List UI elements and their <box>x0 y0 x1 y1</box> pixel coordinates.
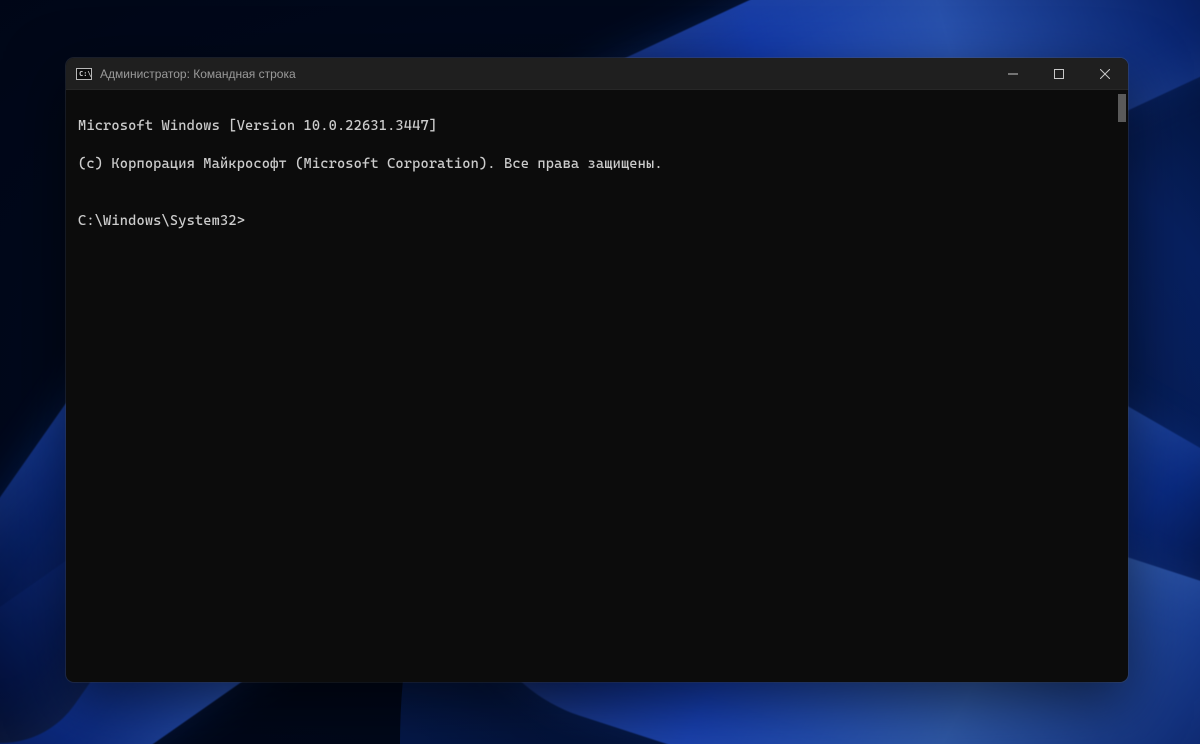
window-titlebar[interactable]: C:\ Администратор: Командная строка <box>66 58 1128 90</box>
terminal-line-copyright: (c) Корпорация Майкрософт (Microsoft Cor… <box>78 155 1116 174</box>
terminal-output[interactable]: Microsoft Windows [Version 10.0.22631.34… <box>66 90 1128 682</box>
svg-text:C:\: C:\ <box>79 70 92 78</box>
close-button[interactable] <box>1082 58 1128 90</box>
scrollbar-track[interactable] <box>1116 94 1126 678</box>
terminal-line-version: Microsoft Windows [Version 10.0.22631.34… <box>78 117 1116 136</box>
cmd-icon: C:\ <box>76 66 92 82</box>
window-controls <box>990 58 1128 89</box>
command-prompt-window: C:\ Администратор: Командная строка Micr… <box>66 58 1128 682</box>
window-title: Администратор: Командная строка <box>100 67 990 81</box>
scrollbar-thumb[interactable] <box>1118 94 1126 122</box>
terminal-prompt: C:\Windows\System32> <box>78 212 245 231</box>
minimize-button[interactable] <box>990 58 1036 90</box>
maximize-button[interactable] <box>1036 58 1082 90</box>
